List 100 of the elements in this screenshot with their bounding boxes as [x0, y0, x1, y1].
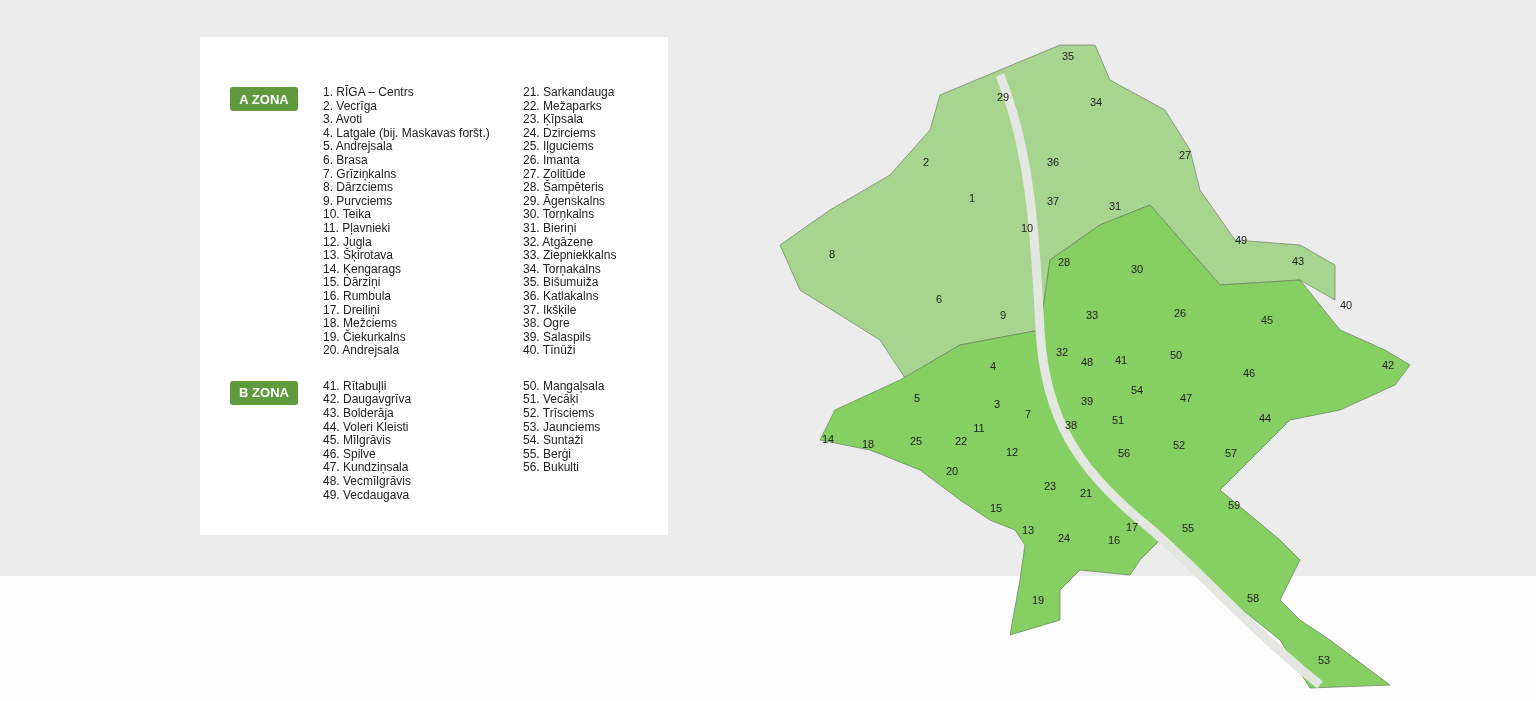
zone-number: 10: [1020, 222, 1034, 234]
district-name: 31. Bieriņi: [523, 221, 577, 236]
district-name: 41. Rītabuļli: [323, 379, 388, 394]
district-name: 51. Vecāķi: [523, 393, 579, 408]
zone-number: 39: [1080, 395, 1094, 407]
district-name: 39. Salaspils: [523, 330, 593, 345]
zone-number: 26: [1173, 307, 1187, 319]
zone-number: 8: [828, 248, 836, 260]
district-name: 47. Kundziņsala: [323, 461, 410, 476]
zone-number: 22: [954, 435, 968, 447]
zone-number: 25: [909, 435, 923, 447]
district-name: 6. Brasa: [323, 153, 368, 168]
district-name: 54. Suntaži: [523, 434, 585, 448]
zone-number: 36: [1046, 156, 1060, 168]
district-name: 26. Imanta: [523, 153, 580, 168]
district-name: 33. Ziepniekkalns: [523, 249, 618, 263]
zone-number: 29: [996, 91, 1010, 103]
district-name: 21. Sarkandauga: [523, 86, 616, 100]
district-name: 38. Ogre: [523, 317, 570, 331]
zone-number: 12: [1005, 446, 1019, 458]
zone-number: 24: [1057, 532, 1071, 544]
district-name: 3. Avoti: [323, 113, 363, 127]
district-name: 40. Tīnūži: [523, 344, 576, 358]
zone-number: 11: [973, 422, 985, 434]
district-name: 28. Šampēteris: [523, 181, 604, 195]
zone-number: 42: [1381, 359, 1395, 371]
zone-number: 6: [935, 293, 943, 305]
zone-number: 31: [1108, 200, 1122, 212]
district-name: 55. Berģi: [523, 447, 573, 462]
zone-number: 9: [999, 309, 1007, 321]
zone-number: 53: [1317, 654, 1331, 666]
district-name: 46. Spilve: [323, 447, 376, 462]
district-name: 9. Purvciems: [323, 194, 394, 209]
zone-number: 43: [1291, 255, 1305, 267]
district-name: 8. Dārzciems: [323, 181, 393, 195]
district-name: 48. Vecmīlgrāvis: [323, 475, 413, 489]
zone-number: 56: [1117, 447, 1131, 459]
zone-number: 32: [1055, 346, 1069, 358]
zone-number: 59: [1227, 499, 1241, 511]
zone-number: 41: [1114, 354, 1128, 366]
district-name: 20. Andrejsala: [323, 344, 401, 358]
zone-number: 58: [1246, 592, 1260, 604]
district-name: 15. Dārziņi: [323, 276, 381, 290]
district-name: 14. Ķengarags: [323, 262, 403, 277]
district-name: 19. Čiekurkalns: [323, 330, 407, 345]
district-name: 7. Grīziņkalns: [323, 167, 398, 182]
district-name: 34. Torņakalns: [523, 262, 601, 277]
zone-number: 47: [1179, 392, 1193, 404]
district-name: 22. Mežaparks: [523, 99, 602, 114]
district-name: 23. Ķīpsala: [523, 113, 584, 127]
zone-number: 52: [1172, 439, 1186, 451]
zone-number: 19: [1031, 594, 1045, 606]
zone-number: 23: [1043, 480, 1057, 492]
district-name: 12. Jugla: [323, 235, 372, 249]
zone-number: 34: [1089, 96, 1103, 108]
zone-number: 27: [1178, 149, 1192, 161]
zone-number: 54: [1130, 384, 1144, 396]
zone-number: 49: [1234, 234, 1248, 246]
zone-number: 5: [913, 392, 921, 404]
district-name: 30. Torņkalns: [523, 208, 595, 222]
zone-number: 51: [1111, 414, 1125, 426]
district-name: 1. RĪGA – Centrs: [323, 86, 415, 100]
district-name: 53. Jaunciems: [523, 420, 602, 435]
zone-number: 37: [1046, 195, 1060, 207]
zone-number: 40: [1339, 299, 1353, 311]
district-name: 49. Vecdaugava: [323, 488, 410, 503]
zone-number: 14: [821, 433, 835, 445]
zone-number: 18: [861, 438, 875, 450]
district-name: 17. Dreiliņi: [323, 303, 381, 318]
zone-number: 2: [922, 156, 930, 168]
zone-number: 38: [1064, 419, 1078, 431]
zone-number: 33: [1085, 309, 1099, 321]
district-name: 16. Rumbula: [323, 289, 393, 304]
zone-badge: A ZONA: [230, 87, 298, 111]
zone-number: 55: [1181, 522, 1195, 534]
district-name: 24. Dzirciems: [523, 126, 597, 141]
zone-number: 17: [1125, 521, 1139, 533]
zone-number: 46: [1242, 367, 1256, 379]
district-name: 56. Bukulti: [523, 461, 581, 476]
zone-number: 20: [945, 465, 959, 477]
zone-number: 28: [1057, 256, 1071, 268]
zone-number: 15: [989, 502, 1003, 514]
zone-number: 48: [1080, 356, 1094, 368]
district-name: 2. Vecrīga: [323, 99, 379, 114]
zone-number: 3: [993, 398, 1001, 410]
district-name: 52. Trīsciems: [523, 407, 596, 421]
district-name: 42. Daugavgrīva: [323, 393, 413, 408]
zone-number: 16: [1107, 534, 1121, 546]
zone-number: 57: [1224, 447, 1238, 459]
district-name: 35. Bišumuiža: [523, 276, 599, 290]
district-name: 44. Voleri Kleisti: [323, 420, 410, 435]
district-name: 50. Mangaļsala: [523, 379, 606, 394]
district-name: 36. Katlakalns: [523, 289, 600, 304]
zone-number: 21: [1079, 487, 1093, 499]
district-name: 5. Andrejsala: [323, 140, 393, 154]
zone-number: 35: [1061, 50, 1075, 62]
zone-number: 50: [1169, 349, 1183, 361]
zone-number: 30: [1130, 263, 1144, 275]
zone-number: 45: [1260, 314, 1274, 326]
district-name: 13. Šķirotava: [323, 249, 395, 263]
